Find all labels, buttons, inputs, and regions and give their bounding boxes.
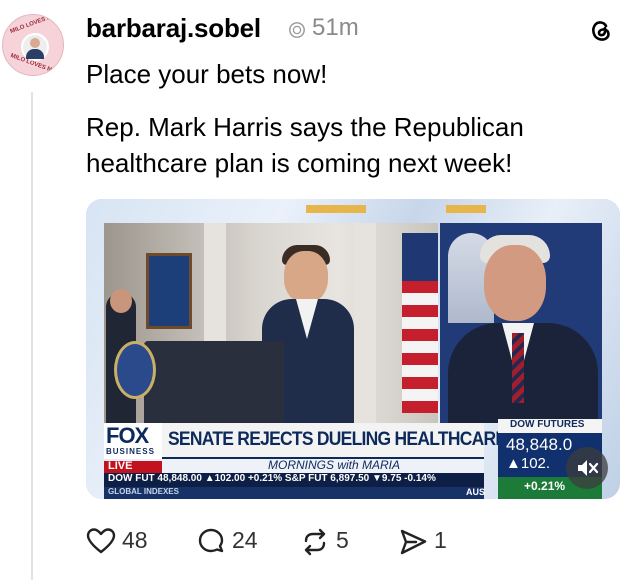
video-player[interactable]: FOX BUSINESS LIVE SENATE REJECTS DUELING… (86, 199, 620, 499)
headline-banner: SENATE REJECTS DUELING HEALTHCARE BILLS (162, 423, 558, 459)
show-name-bar: MORNINGS with MARIA (162, 458, 484, 473)
share-button[interactable]: 1 (398, 525, 468, 557)
avatar[interactable]: MILO LOVES ME MILO LOVES ME (2, 14, 64, 76)
video-left-panel (104, 223, 438, 423)
thread-line (31, 92, 33, 580)
avatar-photo (21, 33, 49, 61)
comment-icon (198, 528, 224, 553)
verified-icon (289, 22, 305, 38)
global-indexes-bar: GLOBAL INDEXES AUS (104, 487, 485, 499)
reply-button[interactable]: 24 (196, 525, 276, 557)
speaker-muted-icon (578, 460, 599, 476)
stock-ticker: DOW FUT 48,848.00 ▲102.00 +0.21% S&P FUT… (104, 473, 484, 487)
post-text-line-3: healthcare plan is coming next week! (86, 148, 513, 178)
network-logo: FOX BUSINESS (104, 423, 162, 459)
threads-logo-icon[interactable] (586, 16, 616, 46)
post-text-line-1: Place your bets now! (86, 59, 328, 89)
reply-count: 24 (232, 527, 258, 553)
repost-count: 5 (336, 527, 349, 553)
post-actions: 48 24 5 1 (86, 525, 506, 557)
like-button[interactable]: 48 (86, 525, 166, 557)
post-time: 51m (312, 14, 359, 41)
repost-button[interactable]: 5 (300, 525, 370, 557)
live-badge: LIVE (104, 460, 162, 473)
send-icon (400, 529, 427, 555)
news-lower-third: FOX BUSINESS LIVE SENATE REJECTS DUELING… (104, 419, 602, 499)
mute-button[interactable] (566, 447, 608, 489)
username[interactable]: barbaraj.sobel (86, 13, 261, 44)
repost-icon (304, 528, 326, 556)
heart-icon (86, 528, 116, 554)
video-right-panel (440, 223, 602, 423)
share-count: 1 (434, 527, 447, 553)
post-text-line-2: Rep. Mark Harris says the Republican (86, 112, 524, 142)
like-count: 48 (122, 527, 148, 553)
